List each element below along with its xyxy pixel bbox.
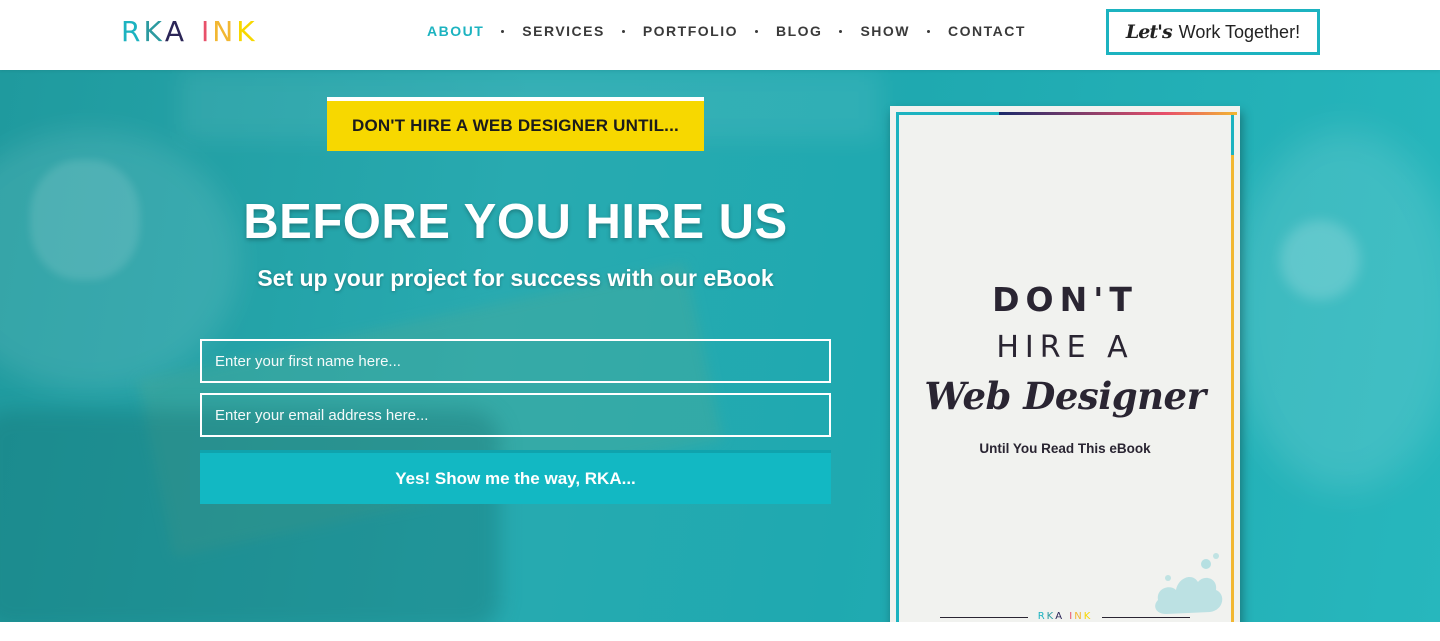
logo-letter: K xyxy=(143,14,165,48)
nav-item-services[interactable]: SERVICES xyxy=(522,23,605,39)
brand-logo[interactable]: RKAINK xyxy=(121,14,258,48)
promo-tag: DON'T HIRE A WEB DESIGNER UNTIL... xyxy=(327,97,704,151)
background-blur xyxy=(1280,220,1360,300)
nav-item-blog[interactable]: BLOG xyxy=(776,23,822,39)
logo-letter: K xyxy=(236,14,258,48)
work-together-button[interactable]: Let's Work Together! xyxy=(1106,9,1320,55)
cover-logo-letter: R xyxy=(1037,611,1047,622)
cover-accent-top xyxy=(999,112,1237,115)
logo-letter: I xyxy=(201,14,213,48)
cover-logo-letter: N xyxy=(1074,611,1084,622)
submit-button[interactable]: Yes! Show me the way, RKA... xyxy=(200,450,831,504)
cover-logo-letter: A xyxy=(1055,611,1065,622)
email-field[interactable] xyxy=(200,393,831,437)
main-nav: ABOUT SERVICES PORTFOLIO BLOG SHOW CONTA… xyxy=(427,20,1026,42)
background-blur xyxy=(30,160,140,280)
cta-script-text: Let's xyxy=(1125,21,1173,43)
nav-separator xyxy=(501,29,505,33)
nav-separator xyxy=(621,29,625,33)
nav-item-show[interactable]: SHOW xyxy=(860,23,910,39)
ebook-cover: DON'T HIRE A Web Designer Until You Read… xyxy=(890,106,1240,622)
nav-item-contact[interactable]: CONTACT xyxy=(948,23,1026,39)
nav-item-portfolio[interactable]: PORTFOLIO xyxy=(643,23,738,39)
background-blur xyxy=(0,410,500,622)
nav-separator xyxy=(927,29,931,33)
logo-letter: N xyxy=(212,14,237,48)
logo-letter: R xyxy=(121,14,144,48)
hero-section: DON'T HIRE A WEB DESIGNER UNTIL... BEFOR… xyxy=(0,70,1440,622)
watercolor-splash-icon xyxy=(1155,553,1223,614)
background-blur xyxy=(1230,130,1440,490)
site-header: RKAINK ABOUT SERVICES PORTFOLIO BLOG SHO… xyxy=(0,0,1440,70)
nav-separator xyxy=(755,29,758,33)
cover-subtitle: Until You Read This eBook xyxy=(979,441,1151,456)
first-name-field[interactable] xyxy=(200,339,831,383)
cover-title-script: Web Designer xyxy=(924,374,1206,418)
cover-logo-letter: K xyxy=(1046,611,1056,622)
cta-label: Work Together! xyxy=(1178,21,1301,42)
nav-separator xyxy=(839,29,843,33)
hero-headline: BEFORE YOU HIRE US xyxy=(243,195,788,249)
cover-logo-letter: K xyxy=(1083,611,1093,622)
nav-item-about[interactable]: ABOUT xyxy=(427,23,484,39)
cover-title-line1: DON'T xyxy=(992,280,1138,319)
cover-logo-rule xyxy=(1102,617,1190,618)
hero-subhead: Set up your project for success with our… xyxy=(257,265,774,291)
logo-letter: A xyxy=(164,14,187,48)
cover-title-line2: HIRE A xyxy=(996,330,1134,365)
